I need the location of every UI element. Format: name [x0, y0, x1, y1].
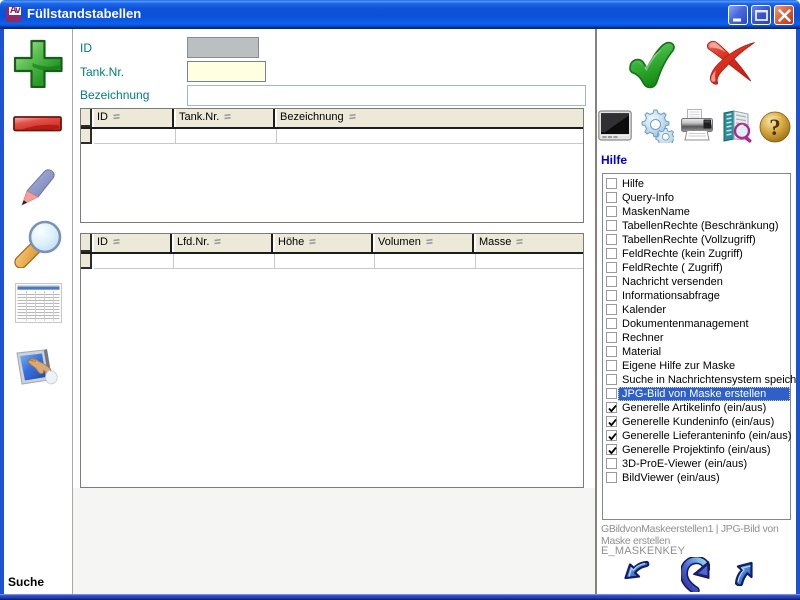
svg-text:?: ?	[769, 115, 781, 140]
